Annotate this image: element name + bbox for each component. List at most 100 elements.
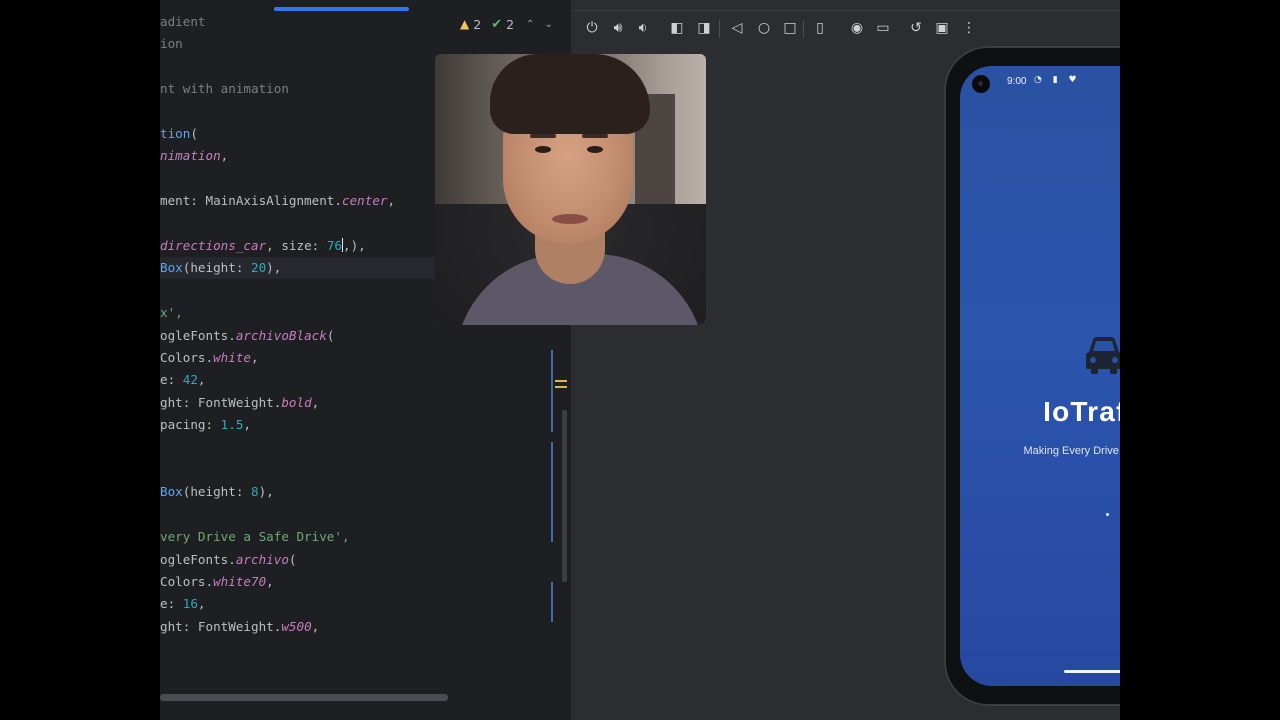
code-line[interactable]: Colors.white, bbox=[160, 349, 259, 367]
volume-down-icon[interactable]: 🔉︎ bbox=[634, 19, 652, 37]
code-line[interactable]: ogleFonts.archivo( bbox=[160, 551, 297, 569]
code-line[interactable]: adient bbox=[160, 13, 206, 31]
code-token: ment: MainAxisAlignment. bbox=[160, 193, 342, 209]
code-token: e: bbox=[160, 372, 183, 388]
code-token: 8 bbox=[251, 484, 259, 500]
code-token: very Drive a Safe Drive', bbox=[160, 529, 350, 545]
code-line[interactable]: tion( bbox=[160, 125, 198, 143]
vertical-scrollbar[interactable] bbox=[562, 410, 567, 582]
gesture-home-bar[interactable] bbox=[1064, 670, 1120, 673]
code-token: white70 bbox=[213, 574, 267, 589]
code-token: ), bbox=[266, 260, 282, 276]
display-mode-icon[interactable]: ▣ bbox=[933, 19, 951, 37]
code-token: , bbox=[266, 574, 274, 589]
code-token: x', bbox=[160, 305, 183, 321]
code-token: , bbox=[243, 417, 252, 433]
power-icon[interactable]: ⏻ bbox=[583, 19, 601, 37]
code-token: bold bbox=[281, 394, 312, 410]
code-token: archivoBlack bbox=[235, 327, 327, 343]
code-line[interactable]: ogleFonts.archivoBlack( bbox=[160, 327, 334, 345]
home-icon[interactable]: ○ bbox=[755, 19, 773, 37]
code-token: Colors. bbox=[160, 350, 214, 365]
code-token: , bbox=[311, 394, 320, 410]
overview-icon[interactable]: □ bbox=[781, 19, 799, 37]
code-line[interactable]: e: 16, bbox=[160, 595, 206, 613]
change-marker bbox=[555, 380, 567, 388]
code-token: w500 bbox=[281, 618, 312, 634]
rotate-left-icon[interactable]: ◧ bbox=[668, 19, 686, 37]
code-token: , bbox=[311, 618, 320, 634]
inspection-widget[interactable]: ▲ 2 ✔ 2 ⌃ ⌄ bbox=[460, 14, 553, 34]
status-notification-icons: ◔ ▮ ♥ bbox=[1034, 75, 1081, 85]
back-icon[interactable]: ◁ bbox=[728, 19, 746, 37]
screen-record-icon[interactable]: ▭ bbox=[874, 19, 892, 37]
chevron-down-icon[interactable]: ⌄ bbox=[544, 19, 552, 30]
code-token: 16 bbox=[182, 596, 198, 612]
app-tagline: Making Every Drive a Safe Drive bbox=[1023, 445, 1120, 457]
code-token: , bbox=[197, 596, 206, 612]
snapshot-icon[interactable]: ↺ bbox=[907, 19, 925, 37]
code-token: (height: bbox=[182, 484, 251, 500]
code-token: ion bbox=[160, 36, 183, 52]
code-token: (height: bbox=[182, 260, 251, 276]
code-token: ogleFonts. bbox=[160, 327, 236, 343]
screen-recording: adient ion nt with animation tion(nimation,… bbox=[160, 0, 1120, 720]
more-icon[interactable]: ⋮ bbox=[960, 19, 978, 37]
code-token: e: bbox=[160, 596, 183, 612]
code-token: Box bbox=[160, 260, 183, 276]
code-line[interactable]: directions_car, size: 76,), bbox=[160, 237, 366, 255]
code-line[interactable]: nimation, bbox=[160, 147, 228, 165]
code-token: , bbox=[197, 372, 206, 388]
code-line[interactable]: ment: MainAxisAlignment.center, bbox=[160, 192, 395, 210]
code-token: ), bbox=[258, 484, 274, 500]
code-token: nt with animation bbox=[160, 81, 289, 97]
status-time: 9:00 bbox=[1007, 76, 1027, 87]
chevron-up-icon[interactable]: ⌃ bbox=[526, 19, 534, 30]
code-token: 76 bbox=[326, 238, 342, 253]
code-token: directions_car bbox=[160, 238, 267, 253]
code-line[interactable]: ion bbox=[160, 35, 183, 53]
code-token: ogleFonts. bbox=[160, 551, 236, 567]
code-line[interactable]: Box(height: 8), bbox=[160, 483, 274, 501]
code-token: Colors. bbox=[160, 574, 214, 589]
volume-up-icon[interactable]: 🔊︎ bbox=[609, 19, 627, 37]
code-line[interactable]: x', bbox=[160, 304, 183, 322]
code-token: , bbox=[251, 350, 259, 365]
code-token: , bbox=[387, 193, 396, 209]
code-line[interactable]: pacing: 1.5, bbox=[160, 416, 251, 434]
phone-frame: 9:00 ◔ ▮ ♥ ▼◢▮ IoTraffix Making Every Dr… bbox=[944, 46, 1120, 706]
screenshot-icon[interactable]: ◉ bbox=[848, 19, 866, 37]
code-line[interactable]: ght: FontWeight.bold, bbox=[160, 394, 319, 412]
code-token: tion bbox=[160, 126, 191, 141]
code-token: 42 bbox=[182, 372, 198, 388]
camera-cutout bbox=[972, 75, 990, 93]
code-line[interactable]: ght: FontWeight.w500, bbox=[160, 618, 319, 636]
code-token: 1.5 bbox=[220, 417, 244, 433]
code-token: ( bbox=[288, 551, 297, 567]
webcam-overlay bbox=[435, 54, 706, 325]
ok-count: 2 bbox=[506, 16, 515, 32]
code-line[interactable]: very Drive a Safe Drive', bbox=[160, 528, 350, 546]
code-line[interactable]: e: 42, bbox=[160, 371, 206, 389]
code-token: adient bbox=[160, 14, 206, 29]
code-line[interactable]: nt with animation bbox=[160, 80, 289, 98]
code-token: , bbox=[220, 148, 229, 164]
app-splash-screen[interactable]: 9:00 ◔ ▮ ♥ ▼◢▮ IoTraffix Making Every Dr… bbox=[960, 66, 1120, 686]
code-token: Box bbox=[160, 484, 183, 500]
code-token: nimation bbox=[160, 148, 221, 164]
rotate-right-icon[interactable]: ◨ bbox=[695, 19, 713, 37]
code-token: pacing: bbox=[160, 417, 221, 433]
code-token: white bbox=[213, 350, 251, 365]
code-token: archivo bbox=[235, 551, 289, 567]
horizontal-scrollbar[interactable] bbox=[160, 694, 448, 701]
code-token: center bbox=[341, 193, 388, 209]
fold-icon[interactable]: ▯ bbox=[811, 19, 829, 37]
editor-gutter-markers bbox=[551, 350, 571, 630]
code-line[interactable]: Box(height: 20), bbox=[160, 259, 281, 277]
car-icon bbox=[1086, 337, 1120, 374]
code-token: 20 bbox=[251, 260, 267, 276]
app-title: IoTraffix bbox=[1043, 396, 1120, 427]
emulator-toolbar: ⏻ 🔊︎ 🔉︎ ◧ ◨ ◁ ○ □ ▯ ◉ ▭ ↺ ▣ ⋮ bbox=[571, 10, 1120, 48]
warning-count: 2 bbox=[473, 16, 482, 32]
code-line[interactable]: Colors.white70, bbox=[160, 573, 274, 591]
